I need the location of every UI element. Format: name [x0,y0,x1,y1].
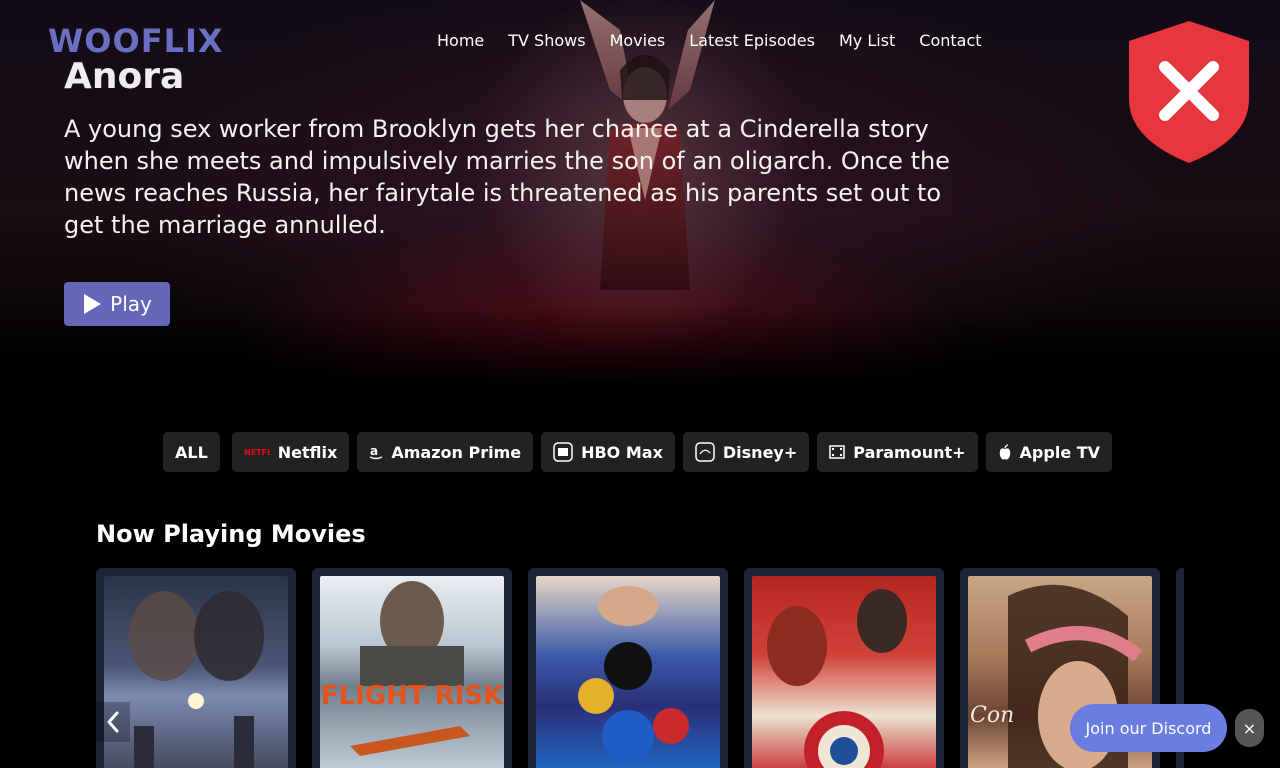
svg-text:a: a [370,444,378,458]
netflix-logo-icon: NETFLIX [244,447,270,457]
play-button[interactable]: Play [64,282,170,326]
movie-poster [536,576,720,768]
filter-hbo-max-label: HBO Max [581,442,663,462]
filter-netflix[interactable]: NETFLIX Netflix [231,432,350,472]
main-nav: Home TV Shows Movies Latest Episodes My … [425,31,994,50]
disney-icon [695,442,715,462]
apple-icon [998,444,1012,460]
shield-x-icon[interactable] [1127,19,1251,165]
movie-card[interactable]: FLIGHT RISK [312,568,512,768]
hero-title: Anora [64,56,185,97]
movie-card[interactable] [528,568,728,768]
filter-amazon-prime-label: Amazon Prime [391,442,522,462]
movie-poster [104,576,288,768]
filter-all-label: ALL [175,442,208,462]
filter-netflix-label: Netflix [277,442,338,462]
page: WOOFLIX Home TV Shows Movies Latest Epis… [0,0,1280,768]
play-icon [84,294,102,314]
join-discord-button[interactable]: Join our Discord [1070,704,1227,752]
hero-fade-overlay [0,305,1280,385]
filter-disney-plus-label: Disney+ [722,442,798,462]
poster-title-flight-risk: FLIGHT RISK [321,681,504,711]
nav-latest-episodes[interactable]: Latest Episodes [677,31,827,50]
provider-filter-bar: ALL NETFLIX Netflix a Amazon Prime [163,432,1120,472]
movie-poster [752,576,936,768]
section-title: Now Playing Movies [96,520,366,548]
svg-text:NETFLIX: NETFLIX [244,448,270,457]
hbo-icon [553,442,573,462]
amazon-icon: a [369,444,383,460]
filter-amazon-prime[interactable]: a Amazon Prime [357,432,534,472]
site-logo[interactable]: WOOFLIX [48,22,224,60]
carousel-prev-button[interactable] [96,702,130,742]
filter-apple-tv-label: Apple TV [1019,442,1101,462]
nav-home[interactable]: Home [425,31,496,50]
filter-hbo-max[interactable]: HBO Max [541,432,675,472]
play-button-label: Play [110,292,152,316]
movie-carousel: FLIGHT RISK Con [96,568,1184,768]
nav-my-list[interactable]: My List [827,31,907,50]
filter-paramount-plus-label: Paramount+ [853,442,966,462]
nav-contact[interactable]: Contact [907,31,993,50]
nav-movies[interactable]: Movies [598,31,678,50]
movie-card[interactable] [744,568,944,768]
filter-apple-tv[interactable]: Apple TV [985,432,1113,472]
poster-title-partial: Con [970,703,1014,728]
filter-all[interactable]: ALL [163,432,220,472]
movie-poster: FLIGHT RISK [320,576,504,768]
nav-tv-shows[interactable]: TV Shows [496,31,597,50]
discord-close-button[interactable]: × [1235,709,1264,747]
filter-disney-plus[interactable]: Disney+ [682,432,810,472]
film-icon [829,445,846,459]
chevron-left-icon [107,711,119,733]
hero-description: A young sex worker from Brooklyn gets he… [64,115,950,239]
filter-paramount-plus[interactable]: Paramount+ [817,432,978,472]
